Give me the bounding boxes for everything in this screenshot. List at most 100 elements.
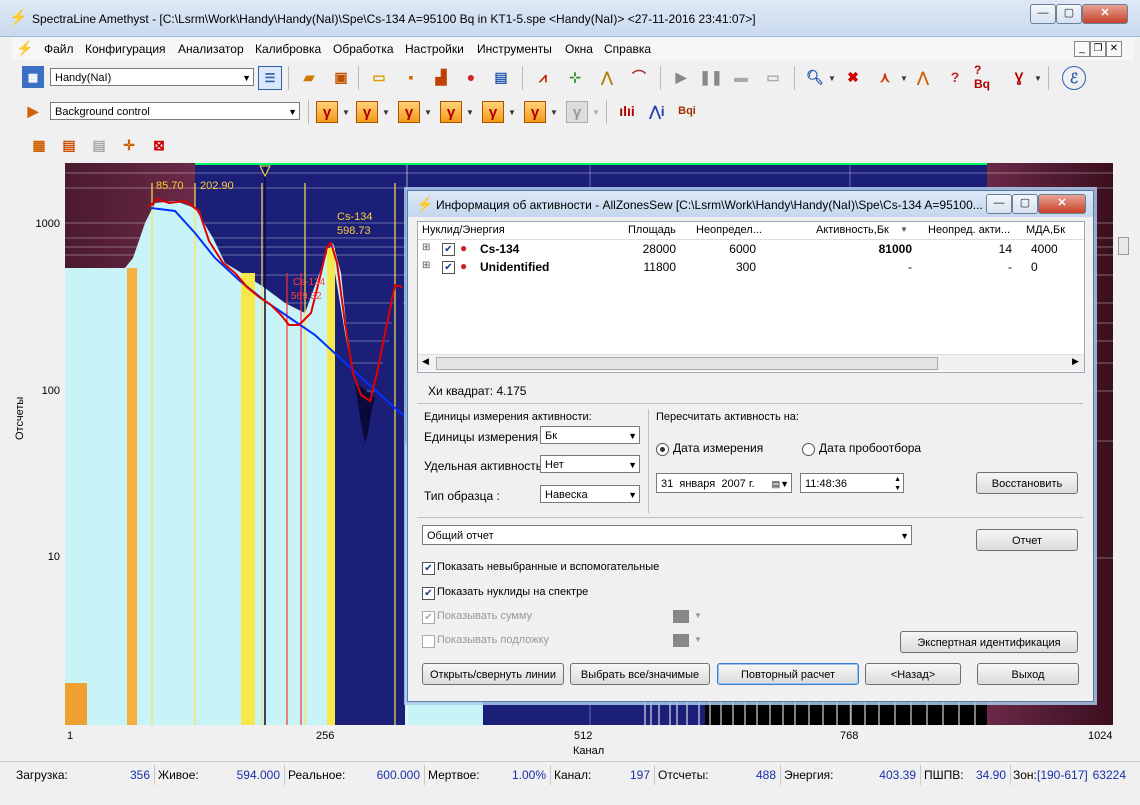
- gamma-tool-3-icon[interactable]: γ: [398, 101, 420, 123]
- fwhm-calibration-icon[interactable]: ⋀: [596, 66, 618, 88]
- exit-button[interactable]: Выход: [977, 663, 1079, 685]
- mdi-restore-button[interactable]: ❐: [1090, 41, 1106, 57]
- select-all-button[interactable]: Выбрать все/значимые: [570, 663, 710, 685]
- radio-sampling-date[interactable]: [802, 443, 815, 456]
- date-picker[interactable]: 31 января 2007 г. ▤▼: [656, 473, 792, 493]
- expert-identification-button[interactable]: Экспертная идентификация: [900, 631, 1078, 653]
- device-settings-icon[interactable]: ☰: [258, 66, 282, 90]
- close-button[interactable]: ✕: [1082, 4, 1128, 24]
- menu-configuration[interactable]: Конфигурация: [85, 42, 166, 56]
- menu-windows[interactable]: Окна: [565, 42, 593, 56]
- window-arrange-icon[interactable]: ▤: [88, 134, 110, 156]
- dialog-maximize-button[interactable]: ▢: [1012, 194, 1038, 214]
- open-folder-icon[interactable]: ▭: [368, 66, 390, 88]
- menu-processing[interactable]: Обработка: [333, 42, 394, 56]
- gamma-tool-7-icon[interactable]: γ: [566, 101, 588, 123]
- maximize-button[interactable]: ▢: [1056, 4, 1082, 24]
- col-activity-unc[interactable]: Неопред. акти...: [928, 224, 1010, 236]
- export-icon[interactable]: ▟: [430, 66, 452, 88]
- col-nuclide[interactable]: Нуклид/Энергия: [422, 224, 505, 236]
- menu-calibration[interactable]: Калибровка: [255, 42, 321, 56]
- gamma-tool-1-icon[interactable]: γ: [316, 101, 338, 123]
- dialog-minimize-button[interactable]: —: [986, 194, 1012, 214]
- activity-bq-icon[interactable]: ?Bq: [974, 63, 996, 91]
- background-color-swatch[interactable]: [673, 634, 689, 647]
- gamma-tool-6-dropdown-icon[interactable]: ▼: [550, 108, 558, 117]
- gamma-tool-4-dropdown-icon[interactable]: ▼: [466, 108, 474, 117]
- restore-button[interactable]: Восстановить: [976, 472, 1078, 494]
- gamma-dropdown-icon[interactable]: ▼: [1034, 74, 1042, 83]
- row-checkbox[interactable]: ✔: [442, 243, 455, 256]
- gamma-analysis-icon[interactable]: Ɣ: [1008, 66, 1030, 88]
- recalculate-button[interactable]: Повторный расчет: [717, 663, 859, 685]
- window-tile-icon[interactable]: ▤: [58, 134, 80, 156]
- table-hscrollbar[interactable]: ◀ ▶: [418, 354, 1084, 371]
- units-select[interactable]: Бк ▼: [540, 426, 640, 444]
- toggle-lines-button[interactable]: Открыть/свернуть линии: [422, 663, 564, 685]
- start-acquisition-icon[interactable]: ▶: [670, 66, 692, 88]
- show-background-checkbox[interactable]: [422, 635, 435, 648]
- save-icon[interactable]: ▪: [400, 66, 422, 88]
- col-area[interactable]: Площадь: [628, 224, 676, 236]
- table-row[interactable]: ⊞ ✔ ● Cs-134 28000 6000 81000 14 4000: [418, 241, 1084, 259]
- menu-help[interactable]: Справка: [604, 42, 651, 56]
- nuclide-library-icon[interactable]: ●: [460, 66, 482, 88]
- gamma-tool-5-dropdown-icon[interactable]: ▼: [508, 108, 516, 117]
- save-db-icon[interactable]: ▣: [330, 66, 352, 88]
- energy-calibration-icon[interactable]: ⩘: [532, 66, 554, 88]
- chart-scrollbar[interactable]: [1116, 163, 1130, 763]
- col-area-unc[interactable]: Неопредел...: [696, 224, 762, 236]
- scroll-left-icon[interactable]: ◀: [422, 356, 429, 367]
- fit-peak-icon[interactable]: ⋏: [874, 66, 896, 88]
- back-button[interactable]: <Назад>: [865, 663, 961, 685]
- window-cascade-icon[interactable]: ▦: [28, 134, 50, 156]
- mdi-minimize-button[interactable]: _: [1074, 41, 1090, 57]
- gamma-tool-6-icon[interactable]: γ: [524, 101, 546, 123]
- sum-color-dropdown-icon[interactable]: ▼: [694, 611, 702, 620]
- window-close-all-icon[interactable]: ⊠: [148, 134, 170, 156]
- gamma-tool-1-dropdown-icon[interactable]: ▼: [342, 108, 350, 117]
- show-sum-checkbox[interactable]: ✔: [422, 611, 435, 624]
- col-activity[interactable]: Активность,Бк: [816, 224, 889, 236]
- device-combo[interactable]: Handy(NaI) ▼: [50, 68, 254, 86]
- show-unselected-checkbox[interactable]: ✔: [422, 562, 435, 575]
- pause-acquisition-icon[interactable]: ❚❚: [699, 66, 722, 88]
- baseline-info-icon[interactable]: ⋀i: [646, 100, 668, 122]
- fit-dropdown-icon[interactable]: ▼: [900, 74, 908, 83]
- menu-tools[interactable]: Инструменты: [477, 42, 552, 56]
- gamma-tool-2-icon[interactable]: γ: [356, 101, 378, 123]
- peak-shape-icon[interactable]: ⋀: [912, 66, 934, 88]
- zoom-dropdown-icon[interactable]: ▼: [828, 74, 836, 83]
- identify-nuclides-icon[interactable]: ?: [944, 66, 966, 88]
- expand-icon[interactable]: ⊞: [422, 242, 430, 253]
- window-move-icon[interactable]: ✛: [118, 134, 140, 156]
- gamma-tool-2-dropdown-icon[interactable]: ▼: [382, 108, 390, 117]
- delete-peak-icon[interactable]: ✖: [842, 66, 864, 88]
- row-checkbox[interactable]: ✔: [442, 261, 455, 274]
- specific-activity-select[interactable]: Нет ▼: [540, 455, 640, 473]
- control-combo[interactable]: Background control ▼: [50, 102, 300, 120]
- menu-file[interactable]: Файл: [44, 42, 74, 56]
- radio-measurement-date[interactable]: [656, 443, 669, 456]
- scroll-right-icon[interactable]: ▶: [1072, 356, 1079, 367]
- sum-color-swatch[interactable]: [673, 610, 689, 623]
- zoom-icon[interactable]: 🔍︎: [804, 66, 826, 88]
- menu-settings[interactable]: Настройки: [405, 42, 464, 56]
- gamma-tool-3-dropdown-icon[interactable]: ▼: [424, 108, 432, 117]
- report-table-icon[interactable]: ▤: [490, 66, 512, 88]
- col-mda[interactable]: МДА,Бк: [1026, 224, 1065, 236]
- dialog-close-button[interactable]: ✕: [1038, 194, 1086, 214]
- report-button[interactable]: Отчет: [976, 529, 1078, 551]
- open-spectrum-db-icon[interactable]: ▰: [298, 66, 320, 88]
- gamma-tool-4-icon[interactable]: γ: [440, 101, 462, 123]
- table-row[interactable]: ⊞ ✔ ● Unidentified 11800 300 - - 0: [418, 259, 1084, 277]
- activity-info-icon[interactable]: Bqi: [676, 100, 698, 122]
- sample-type-select[interactable]: Навеска ▼: [540, 485, 640, 503]
- efficiency-calibration-icon[interactable]: ⌒: [628, 66, 650, 88]
- peak-info-icon[interactable]: ılıi: [616, 100, 638, 122]
- report-type-select[interactable]: Общий отчет ▼: [422, 525, 912, 545]
- time-picker[interactable]: 11:48:36 ▲ ▼: [800, 473, 904, 493]
- about-icon[interactable]: ℰ: [1062, 66, 1086, 90]
- expand-icon[interactable]: ⊞: [422, 260, 430, 271]
- gamma-tool-5-icon[interactable]: γ: [482, 101, 504, 123]
